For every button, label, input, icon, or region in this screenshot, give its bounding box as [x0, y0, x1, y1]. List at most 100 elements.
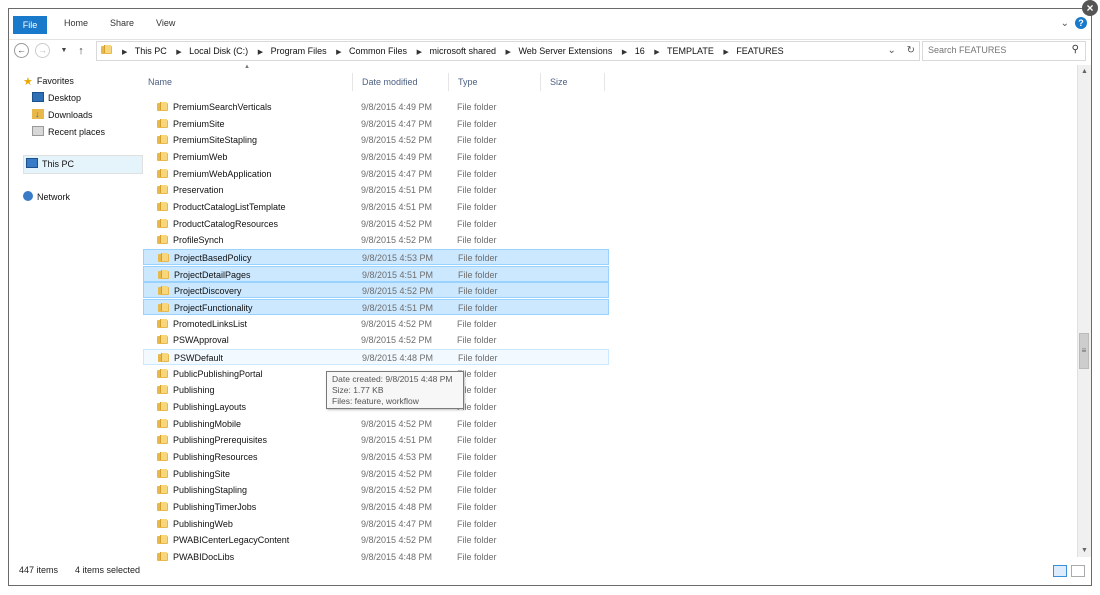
explorer-window: File Home Share View ⌄ ? ← → ▼ ↑ ▶ This … — [8, 8, 1092, 586]
folder-icon — [157, 102, 168, 111]
file-row[interactable]: ProjectDetailPages 9/8/2015 4:51 PM File f… — [143, 265, 609, 282]
details-view-icon[interactable] — [1053, 565, 1067, 577]
tab-home[interactable]: Home — [64, 15, 88, 31]
nav-desktop-label: Desktop — [48, 93, 82, 103]
breadcrumb-item[interactable]: microsoft shared — [429, 46, 496, 56]
scroll-down-icon[interactable]: ▼ — [1078, 544, 1091, 557]
file-type: File folder — [457, 485, 497, 496]
file-row[interactable]: PSWApproval 9/8/2015 4:52 PM File folder — [143, 332, 609, 348]
file-row[interactable]: PublishingMobile 9/8/2015 4:52 PM File fol… — [143, 416, 609, 432]
search-input[interactable] — [928, 42, 1063, 58]
breadcrumb-item[interactable]: Web Server Extensions — [518, 46, 612, 56]
expand-ribbon-icon[interactable]: ⌄ — [1061, 18, 1069, 29]
column-header-name[interactable]: Name — [139, 73, 353, 91]
column-header-date-modified[interactable]: Date modified — [353, 73, 449, 91]
file-row[interactable]: PremiumSiteStapling 9/8/2015 4:52 PM File … — [143, 132, 609, 148]
breadcrumb-item[interactable]: 16 — [635, 46, 645, 56]
file-row[interactable]: ProfileSynch 9/8/2015 4:52 PM File folder — [143, 232, 609, 248]
file-row[interactable]: PublishingResources 9/8/2015 4:53 PM File … — [143, 449, 609, 465]
file-row[interactable]: Preservation 9/8/2015 4:51 PM File folder — [143, 182, 609, 198]
nav-favorites[interactable]: ★ Favorites — [23, 73, 74, 90]
recent-locations-chevron-icon[interactable]: ▼ — [56, 43, 72, 59]
file-row[interactable]: PSWDefault 9/8/2015 4:48 PM File folder — [143, 349, 609, 366]
up-arrow-icon[interactable]: ↑ — [73, 43, 89, 59]
tooltip-size: Size: 1.77 KB — [332, 385, 384, 395]
breadcrumb-separator-icon[interactable]: ▶ — [258, 49, 263, 56]
forward-arrow-icon[interactable]: → — [35, 43, 50, 58]
breadcrumb-separator-icon[interactable]: ▶ — [336, 49, 341, 56]
file-type: File folder — [458, 353, 498, 364]
breadcrumb-item[interactable]: FEATURES — [736, 46, 783, 56]
address-dropdown-icon[interactable]: ⌄ — [887, 45, 895, 56]
file-name: ProjectBasedPolicy — [174, 253, 252, 264]
file-row[interactable]: ProjectDiscovery 9/8/2015 4:52 PM File fol… — [143, 282, 609, 299]
folder-icon — [157, 218, 168, 228]
breadcrumb-separator-icon[interactable]: ▶ — [176, 49, 181, 56]
file-row[interactable]: PublishingTimerJobs 9/8/2015 4:48 PM File … — [143, 499, 609, 515]
file-row[interactable]: PremiumSite 9/8/2015 4:47 PM File folder — [143, 116, 609, 132]
file-type: File folder — [457, 418, 497, 429]
vertical-scrollbar[interactable]: ▲ ≡ ▼ — [1077, 65, 1091, 557]
folder-icon — [157, 118, 168, 128]
file-name: PromotedLinksList — [173, 318, 248, 329]
breadcrumb-item[interactable]: Local Disk (C:) — [189, 46, 248, 56]
nav-this-pc-label: This PC — [42, 159, 75, 169]
search-icon[interactable]: ⚲ — [1072, 44, 1079, 55]
tab-view[interactable]: View — [156, 15, 175, 31]
file-row[interactable]: PublishingStapling 9/8/2015 4:52 PM File f… — [143, 482, 609, 498]
file-row[interactable]: PromotedLinksList 9/8/2015 4:52 PM File fo… — [143, 316, 609, 332]
breadcrumb-separator-icon[interactable]: ▶ — [622, 49, 627, 56]
nav-recent-places[interactable]: Recent places — [32, 124, 105, 141]
breadcrumb-separator-icon[interactable]: ▶ — [654, 49, 659, 56]
large-icons-view-icon[interactable] — [1071, 565, 1085, 577]
file-row[interactable]: PremiumWeb 9/8/2015 4:49 PM File folder — [143, 149, 609, 165]
column-header-type[interactable]: Type — [449, 73, 541, 91]
file-row[interactable]: ProductCatalogListTemplate 9/8/2015 4:51 … — [143, 199, 609, 215]
file-row[interactable]: ProjectFunctionality 9/8/2015 4:51 PM File… — [143, 299, 609, 316]
file-name: PublicPublishingPortal — [173, 368, 263, 379]
file-date-modified: 9/8/2015 4:48 PM — [362, 353, 434, 364]
breadcrumb-item[interactable]: Common Files — [349, 46, 407, 56]
search-box[interactable]: ⚲ — [922, 41, 1086, 61]
breadcrumb-separator-icon[interactable]: ▶ — [506, 49, 511, 56]
file-name: PSWDefault — [174, 353, 224, 364]
folder-icon — [157, 502, 168, 512]
selection-count: 4 items selected — [75, 565, 141, 575]
nav-desktop[interactable]: Desktop — [32, 90, 81, 107]
file-row[interactable]: PublishingWeb 9/8/2015 4:47 PM File folder — [143, 516, 609, 532]
refresh-icon[interactable]: ↻ — [907, 45, 915, 56]
scrollbar-thumb[interactable]: ≡ — [1079, 333, 1089, 369]
file-row[interactable]: ProjectBasedPolicy 9/8/2015 4:53 PM File f… — [143, 249, 609, 266]
file-row[interactable]: PublishingPrerequisites 9/8/2015 4:51 PM F… — [143, 432, 609, 448]
file-name: PremiumSiteStapling — [173, 135, 258, 146]
folder-icon — [157, 318, 168, 328]
file-date-modified: 9/8/2015 4:51 PM — [362, 303, 434, 314]
nav-this-pc[interactable]: This PC — [23, 155, 143, 174]
file-name: PublishingWeb — [173, 518, 233, 529]
tab-share[interactable]: Share — [110, 15, 134, 31]
close-icon[interactable]: × — [1082, 0, 1098, 16]
file-row[interactable]: PremiumSearchVerticals 9/8/2015 4:49 PM Fi… — [143, 99, 609, 115]
file-date-modified: 9/8/2015 4:49 PM — [361, 152, 433, 162]
scroll-up-icon[interactable]: ▲ — [1078, 65, 1091, 78]
help-icon[interactable]: ? — [1075, 17, 1087, 29]
breadcrumb-item[interactable]: Program Files — [271, 46, 327, 56]
file-type: File folder — [457, 168, 497, 179]
breadcrumb-separator-icon[interactable]: ▶ — [417, 49, 422, 56]
nav-network[interactable]: Network — [23, 189, 70, 206]
breadcrumb-separator-icon[interactable]: ▶ — [723, 49, 728, 56]
file-row[interactable]: PremiumWebApplication 9/8/2015 4:47 PM Fil… — [143, 166, 609, 182]
back-arrow-icon[interactable]: ← — [14, 43, 29, 58]
breadcrumb-item[interactable]: TEMPLATE — [667, 46, 714, 56]
file-row[interactable]: PublishingSite 9/8/2015 4:52 PM File folde… — [143, 466, 609, 482]
file-name: PremiumWebApplication — [173, 168, 272, 179]
file-row[interactable]: ProductCatalogResources 9/8/2015 4:52 PM F… — [143, 216, 609, 232]
address-bar[interactable]: ▶ This PC ▶ Local Disk (C:) ▶ Program Fi… — [96, 41, 920, 61]
file-type: File folder — [457, 468, 497, 479]
nav-downloads[interactable]: ↓ Downloads — [32, 107, 93, 124]
file-row[interactable]: PWABICenterLegacyContent 9/8/2015 4:52 PM… — [143, 532, 609, 548]
breadcrumb-item[interactable]: This PC — [135, 46, 167, 56]
column-header-size[interactable]: Size — [541, 73, 605, 91]
folder-icon — [157, 452, 168, 462]
tab-file[interactable]: File — [13, 16, 47, 34]
